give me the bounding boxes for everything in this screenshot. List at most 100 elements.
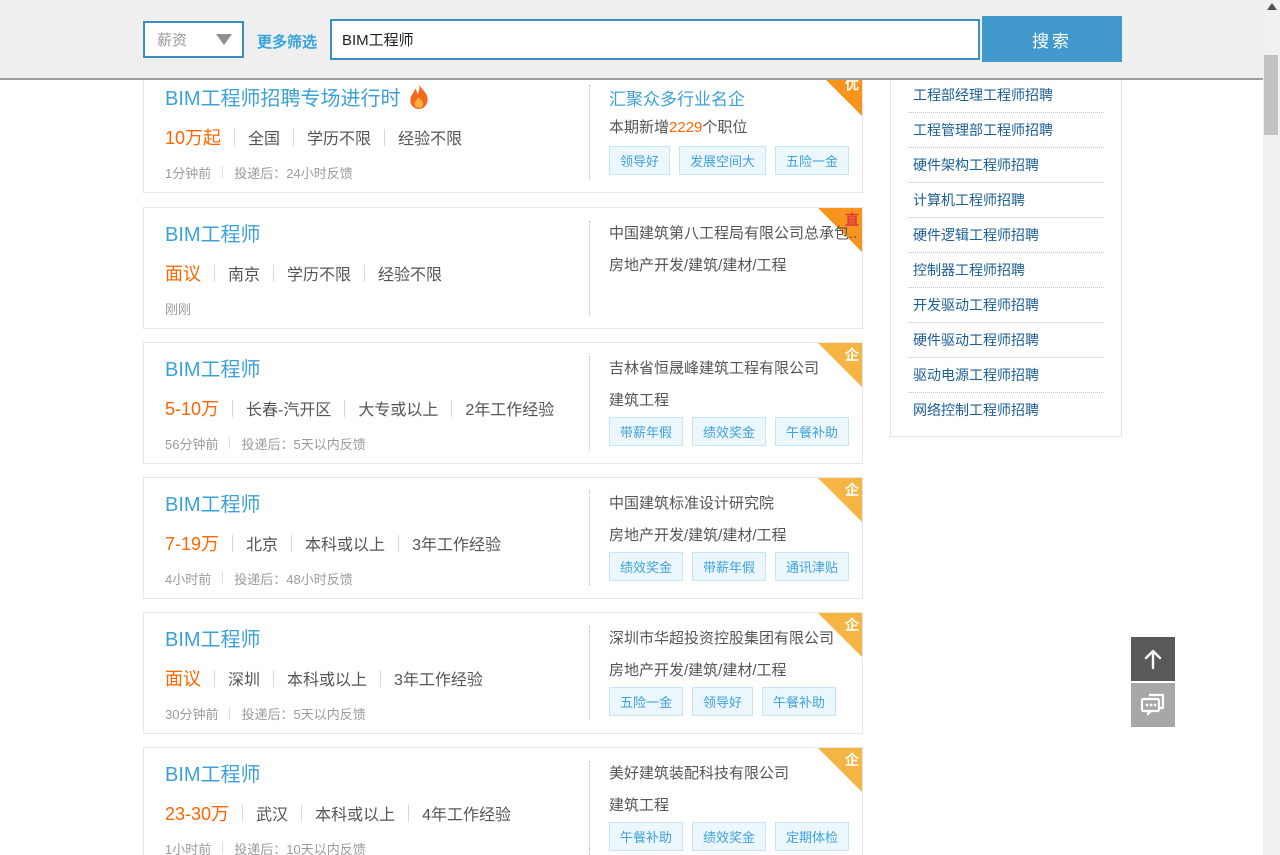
job-attribute: 经验不限 — [378, 261, 442, 285]
count-suffix: 个职位 — [702, 119, 747, 136]
related-search-link-text: 工程管理部工程师招聘 — [908, 122, 1053, 138]
job-title-link[interactable]: BIM工程师 — [165, 218, 261, 247]
flame-icon — [408, 84, 430, 110]
related-search-link[interactable]: 驱动电源工程师招聘 — [908, 358, 1104, 393]
job-card[interactable]: 企BIM工程师23-30万武汉本科或以上4年工作经验1小时前投递后：10天以内反… — [143, 747, 863, 855]
related-search-link[interactable]: 网络控制工程师招聘 — [908, 393, 1104, 428]
divider — [232, 535, 233, 552]
company-name[interactable]: 吉林省恒晟峰建筑工程有限公司 — [609, 359, 859, 379]
divider — [234, 129, 235, 146]
job-card[interactable]: 直BIM工程师面议南京学历不限经验不限刚刚中国建筑第八工程局有限公司总承包..房… — [143, 207, 863, 329]
related-search-link[interactable]: 工程管理部工程师招聘 — [908, 113, 1104, 148]
related-search-link[interactable]: 硬件逻辑工程师招聘 — [908, 218, 1104, 253]
promo-count-line: 本期新增2229个职位 — [609, 116, 747, 137]
divider — [222, 842, 223, 854]
job-card[interactable]: 企BIM工程师面议深圳本科或以上3年工作经验30分钟前投递后：5天以内反馈深圳市… — [143, 612, 863, 734]
search-input[interactable] — [330, 19, 980, 60]
job-attributes-row: 面议深圳本科或以上3年工作经验 — [165, 665, 483, 691]
feedback-time: 投递后：5天以内反馈 — [241, 434, 365, 453]
job-title-link[interactable]: BIM工程师招聘专场进行时 — [165, 82, 430, 111]
vertical-dotted-divider — [589, 221, 590, 315]
benefit-tag: 午餐补助 — [762, 687, 836, 716]
benefit-tag: 五险一金 — [609, 687, 683, 716]
divider — [364, 265, 365, 282]
benefit-tag: 通讯津贴 — [775, 552, 849, 581]
job-title-link[interactable]: BIM工程师 — [165, 353, 261, 382]
related-search-link[interactable]: 硬件架构工程师招聘 — [908, 148, 1104, 183]
job-salary: 5-10万 — [165, 395, 219, 421]
feedback-chat-button[interactable] — [1131, 683, 1175, 727]
divider — [273, 265, 274, 282]
feedback-time: 投递后：48小时反馈 — [234, 569, 352, 588]
job-salary: 7-19万 — [165, 530, 219, 556]
related-search-link[interactable]: 硬件驱动工程师招聘 — [908, 323, 1104, 358]
divider — [214, 670, 215, 687]
related-search-link-text: 硬件架构工程师招聘 — [908, 157, 1039, 173]
divider — [301, 805, 302, 822]
benefit-tag: 绩效奖金 — [692, 417, 766, 446]
back-to-top-button[interactable] — [1131, 637, 1175, 681]
posted-time: 4小时前 — [165, 569, 211, 588]
job-title-link[interactable]: BIM工程师 — [165, 623, 261, 652]
company-industry: 房地产开发/建筑/建材/工程 — [609, 526, 859, 546]
search-button[interactable]: 搜索 — [982, 16, 1122, 62]
vertical-dotted-divider — [589, 491, 590, 585]
job-attributes-row: 7-19万北京本科或以上3年工作经验 — [165, 530, 501, 556]
search-header: 薪资 更多筛选 搜索 — [0, 0, 1264, 80]
related-search-link-text: 计算机工程师招聘 — [908, 192, 1025, 208]
benefit-tag: 定期体检 — [775, 822, 849, 851]
job-title-link[interactable]: BIM工程师 — [165, 488, 261, 517]
job-card[interactable]: 企BIM工程师7-19万北京本科或以上3年工作经验4小时前投递后：48小时反馈中… — [143, 477, 863, 599]
related-search-link[interactable]: 工程部经理工程师招聘 — [908, 78, 1104, 113]
job-salary: 面议 — [165, 260, 201, 286]
job-meta-row: 1小时前投递后：10天以内反馈 — [165, 840, 366, 855]
job-attributes-row: 面议南京学历不限经验不限 — [165, 260, 442, 286]
job-title-text: BIM工程师招聘专场进行时 — [165, 82, 401, 111]
salary-filter-dropdown[interactable]: 薪资 — [143, 21, 244, 58]
scrollbar-up-arrow[interactable] — [1267, 3, 1277, 10]
job-title-link[interactable]: BIM工程师 — [165, 758, 261, 787]
job-meta-row: 56分钟前 投递后：5天以内反馈 — [165, 435, 366, 451]
benefit-tag: 领导好 — [609, 146, 670, 175]
benefit-tag: 绩效奖金 — [609, 552, 683, 581]
job-attributes-row: 10万起全国学历不限经验不限 — [165, 124, 462, 150]
job-meta-row: 1分钟前投递后：24小时反馈 — [165, 164, 353, 180]
company-name[interactable]: 美好建筑装配科技有限公司 — [609, 764, 859, 784]
posted-time: 56分钟前 — [165, 434, 218, 453]
promo-headline[interactable]: 汇聚众多行业名企 — [609, 85, 745, 110]
more-filters-link[interactable]: 更多筛选 — [257, 31, 317, 52]
salary-filter-label: 薪资 — [157, 29, 216, 50]
company-name[interactable]: 中国建筑标准设计研究院 — [609, 494, 859, 514]
scrollbar-thumb[interactable] — [1264, 55, 1278, 135]
job-card-right: 美好建筑装配科技有限公司建筑工程午餐补助绩效奖金定期体检 — [609, 748, 855, 855]
count-highlight: 2229 — [669, 119, 702, 136]
divider — [293, 129, 294, 146]
job-attribute: 北京 — [246, 531, 278, 555]
benefit-tag: 发展空间大 — [679, 146, 766, 175]
divider — [384, 129, 385, 146]
vertical-dotted-divider — [589, 761, 590, 855]
posted-time: 1小时前 — [165, 839, 211, 855]
job-salary: 23-30万 — [165, 800, 229, 826]
related-search-link[interactable]: 计算机工程师招聘 — [908, 183, 1104, 218]
vertical-dotted-divider — [589, 626, 590, 720]
related-search-link[interactable]: 控制器工程师招聘 — [908, 253, 1104, 288]
related-search-link-text: 开发驱动工程师招聘 — [908, 297, 1039, 313]
vertical-dotted-divider — [589, 356, 590, 450]
scrollbar[interactable] — [1263, 0, 1280, 855]
benefit-tag: 午餐补助 — [775, 417, 849, 446]
job-card[interactable]: 企BIM工程师5-10万长春-汽开区大专或以上2年工作经验56分钟前投递后：5天… — [143, 342, 863, 464]
benefit-tags: 午餐补助绩效奖金定期体检 — [609, 822, 858, 851]
divider — [408, 805, 409, 822]
caret-down-icon — [216, 34, 232, 45]
benefit-tag: 带薪年假 — [609, 417, 683, 446]
company-name[interactable]: 深圳市华超投资控股集团有限公司 — [609, 629, 859, 649]
chat-bubbles-icon — [1139, 691, 1167, 719]
page: 薪资 更多筛选 搜索 优BIM工程师招聘专场进行时10万起全国学历不限经验不限1… — [0, 0, 1280, 855]
job-attribute: 本科或以上 — [315, 801, 395, 825]
job-card[interactable]: 优BIM工程师招聘专场进行时10万起全国学历不限经验不限1分钟前投递后：24小时… — [143, 71, 863, 193]
company-name[interactable]: 中国建筑第八工程局有限公司总承包.. — [609, 224, 859, 244]
company-industry: 房地产开发/建筑/建材/工程 — [609, 661, 859, 681]
job-attribute: 南京 — [228, 261, 260, 285]
related-search-link[interactable]: 开发驱动工程师招聘 — [908, 288, 1104, 323]
